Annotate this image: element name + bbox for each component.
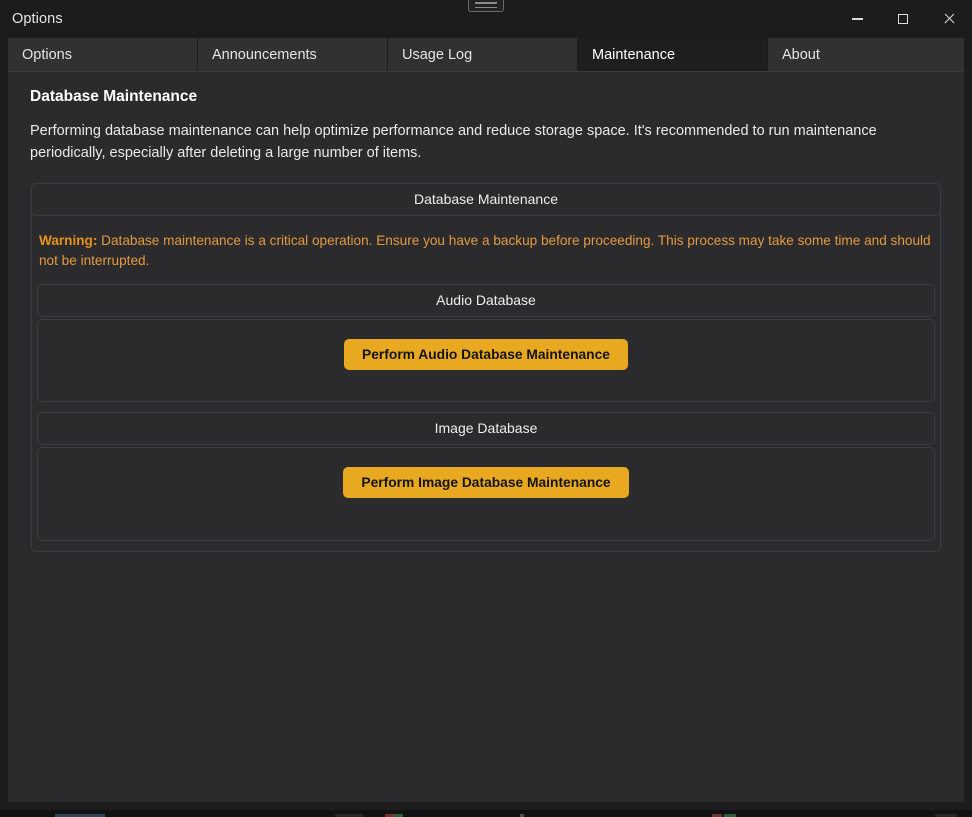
image-database-section: Image Database Perform Image Database Ma… (37, 412, 935, 541)
maximize-button[interactable] (880, 0, 926, 38)
desktop-taskbar-sliver (0, 810, 972, 817)
tab-announcements[interactable]: Announcements (198, 38, 388, 71)
page-header: Database Maintenance Performing database… (8, 72, 964, 165)
options-window: Options Options Announcements Usage Log … (0, 0, 972, 810)
audio-database-header: Audio Database (37, 284, 935, 317)
tab-maintenance[interactable]: Maintenance (578, 38, 768, 71)
image-database-header: Image Database (37, 412, 935, 445)
tab-about[interactable]: About (768, 38, 964, 71)
warning-label: Warning: (39, 233, 97, 248)
page-description: Performing database maintenance can help… (30, 120, 890, 165)
minimize-button[interactable] (834, 0, 880, 38)
window-title: Options (12, 11, 63, 27)
tab-usage-log[interactable]: Usage Log (388, 38, 578, 71)
database-maintenance-group-body: Warning: Database maintenance is a criti… (32, 215, 940, 551)
snap-layout-handle-icon[interactable] (468, 0, 504, 12)
perform-audio-database-maintenance-button[interactable]: Perform Audio Database Maintenance (344, 339, 628, 370)
group-bottom-spacer (32, 541, 940, 551)
audio-database-panel: Perform Audio Database Maintenance (37, 319, 935, 402)
title-bar[interactable]: Options (0, 0, 972, 38)
perform-image-database-maintenance-button[interactable]: Perform Image Database Maintenance (343, 467, 628, 498)
database-maintenance-group-header: Database Maintenance (31, 183, 941, 216)
tab-options[interactable]: Options (8, 38, 198, 71)
page-title: Database Maintenance (30, 88, 942, 106)
window-controls (834, 0, 972, 38)
warning-message: Warning: Database maintenance is a criti… (37, 231, 935, 272)
warning-body-text: Database maintenance is a critical opera… (39, 233, 931, 268)
close-button[interactable] (926, 0, 972, 38)
minimize-icon (852, 18, 863, 20)
database-maintenance-group: Database Maintenance Warning: Database m… (31, 183, 941, 552)
snap-handle-line (475, 7, 497, 9)
image-database-panel: Perform Image Database Maintenance (37, 447, 935, 541)
section-spacer (32, 402, 940, 412)
maximize-icon (898, 14, 908, 24)
tab-content-maintenance: Database Maintenance Performing database… (8, 71, 964, 802)
tab-bar: Options Announcements Usage Log Maintena… (0, 38, 972, 71)
warning-block: Warning: Database maintenance is a criti… (32, 215, 940, 284)
audio-database-section: Audio Database Perform Audio Database Ma… (37, 284, 935, 402)
close-icon (943, 13, 955, 25)
snap-handle-line (475, 2, 497, 4)
